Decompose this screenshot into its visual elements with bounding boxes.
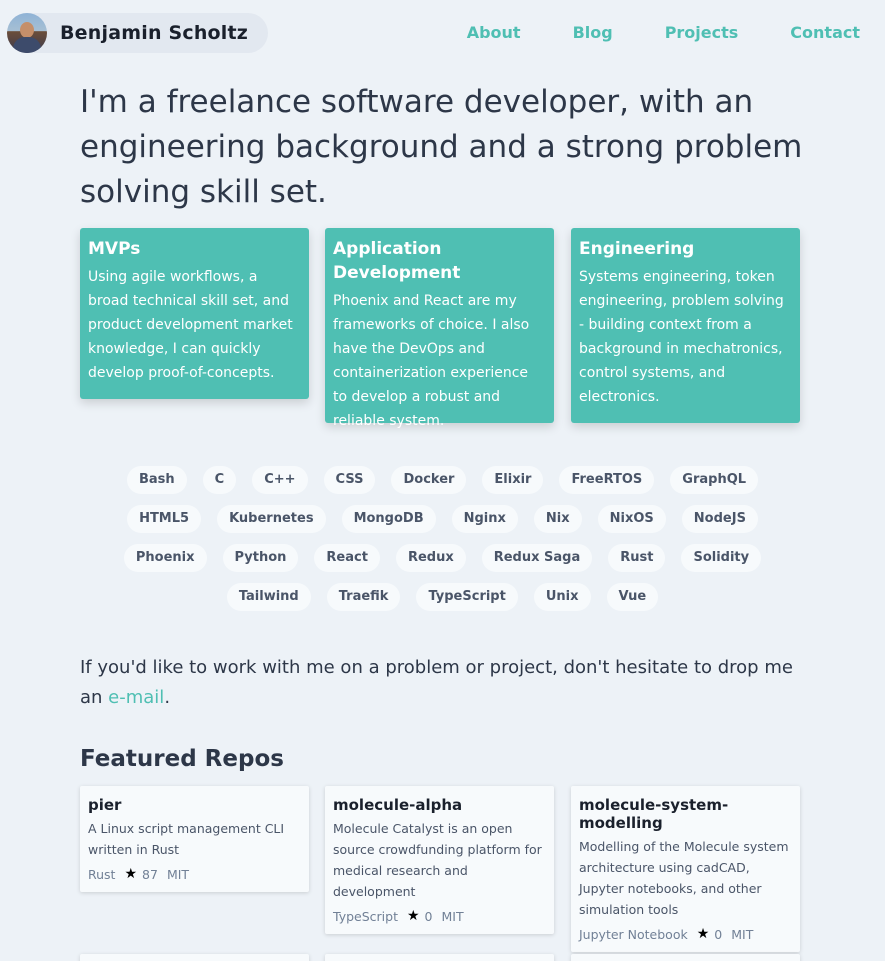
repo-card-molecule-system-modelling[interactable]: molecule-system-modelling Modelling of t… xyxy=(571,786,800,952)
repo-card-pier[interactable]: pier A Linux script management CLI writt… xyxy=(80,786,309,892)
nav-projects-link[interactable]: Projects xyxy=(665,23,739,42)
avatar xyxy=(7,13,47,53)
skill-tag: HTML5 xyxy=(127,505,202,533)
skill-tag: React xyxy=(314,544,380,572)
repo-name: molecule-system-modelling xyxy=(579,796,729,832)
repo-license: MIT xyxy=(441,908,464,924)
repo-license: MIT xyxy=(166,866,190,882)
repo-card-partial[interactable] xyxy=(80,954,309,961)
contact-lead: If you'd like to work with me on a probl… xyxy=(80,657,793,708)
repo-name: molecule-alpha xyxy=(333,796,463,814)
star-icon: ★ xyxy=(406,908,420,924)
repo-license: MIT xyxy=(731,926,754,942)
service-card-engineering: Engineering Systems engineering, token e… xyxy=(571,228,800,423)
service-title: Engineering xyxy=(579,239,695,259)
contact-text: If you'd like to work with me on a probl… xyxy=(80,653,810,713)
skill-tag: C++ xyxy=(252,466,308,494)
nav-links: About Blog Projects Contact xyxy=(415,23,860,42)
nav-contact-link[interactable]: Contact xyxy=(790,23,860,42)
repo-stars: 0 xyxy=(424,908,433,924)
repo-meta: TypeScript ★ 0 MIT xyxy=(333,908,546,924)
skill-tag: Tailwind xyxy=(226,583,311,611)
repo-card-partial[interactable] xyxy=(325,954,554,961)
skill-tags: Bash C C++ CSS Docker Elixir FreeRTOS GraphQL HT… xyxy=(100,466,785,622)
featured-repos-title: Featured Repos xyxy=(80,746,284,772)
repo-stars: 0 xyxy=(714,926,723,942)
skill-tag: Solidity xyxy=(681,544,762,572)
nav-about-link[interactable]: About xyxy=(467,23,521,42)
brand-home-link[interactable]: Benjamin Scholtz xyxy=(7,13,269,53)
brand-name: Benjamin Scholtz xyxy=(60,22,249,44)
skill-tag: NixOS xyxy=(597,505,666,533)
skill-tag: FreeRTOS xyxy=(559,466,655,494)
hero-text: I'm a freelance software developer, with… xyxy=(80,84,803,210)
repo-language: Rust xyxy=(88,866,116,882)
repo-meta: Jupyter Notebook ★ 0 MIT xyxy=(579,926,792,942)
skill-tag: Kubernetes xyxy=(217,505,326,533)
nav-blog-link[interactable]: Blog xyxy=(573,23,613,42)
repo-card-molecule-alpha[interactable]: molecule-alpha Molecule Catalyst is an o… xyxy=(325,786,554,934)
skill-tag: Bash xyxy=(126,466,187,494)
skill-tag: Phoenix xyxy=(123,544,207,572)
skill-tag: Python xyxy=(222,544,299,572)
repo-description: Molecule Catalyst is an open source crow… xyxy=(333,821,542,899)
repo-name: pier xyxy=(88,796,122,814)
skill-tag: Unix xyxy=(533,583,591,611)
skill-tag: NodeJS xyxy=(681,505,758,533)
service-title: MVPs xyxy=(88,239,141,259)
star-icon: ★ xyxy=(124,866,138,882)
skill-tag: GraphQL xyxy=(670,466,759,494)
contact-suffix: . xyxy=(164,687,171,708)
top-nav: Benjamin Scholtz About Blog Projects Con… xyxy=(0,0,885,66)
service-card-mvps: MVPs Using agile workflows, a broad tech… xyxy=(80,228,309,399)
skill-tag: Redux Saga xyxy=(481,544,593,572)
repo-meta: Rust ★ 87 MIT xyxy=(88,866,301,882)
skill-tag: Vue xyxy=(606,583,659,611)
repo-card-partial[interactable] xyxy=(571,954,800,961)
skill-tag: Traefik xyxy=(326,583,401,611)
service-title: Application Development xyxy=(333,239,461,283)
skill-tag: MongoDB xyxy=(341,505,436,533)
skill-tag: TypeScript xyxy=(416,583,518,611)
skill-tag: Nginx xyxy=(451,505,518,533)
repo-language: TypeScript xyxy=(333,908,398,924)
star-icon: ★ xyxy=(696,926,710,942)
email-link[interactable]: e-mail xyxy=(108,687,164,708)
repo-description: A Linux script management CLI written in… xyxy=(88,821,285,857)
skill-tag: CSS xyxy=(323,466,376,494)
service-body: Systems engineering, token engineering, … xyxy=(579,269,784,405)
service-body: Using agile workflows, a broad technical… xyxy=(88,269,293,381)
repo-description: Modelling of the Molecule system archite… xyxy=(579,839,789,917)
skill-tag: Elixir xyxy=(482,466,544,494)
skill-tag: C xyxy=(202,466,237,494)
skill-tag: Docker xyxy=(391,466,467,494)
repo-stars: 87 xyxy=(142,866,158,882)
service-card-app-dev: Application Development Phoenix and Reac… xyxy=(325,228,554,429)
skill-tag: Rust xyxy=(608,544,666,572)
skill-tag: Redux xyxy=(395,544,466,572)
repo-language: Jupyter Notebook xyxy=(579,926,688,942)
service-body: Phoenix and React are my frameworks of c… xyxy=(333,293,530,429)
skill-tag: Nix xyxy=(533,505,582,533)
